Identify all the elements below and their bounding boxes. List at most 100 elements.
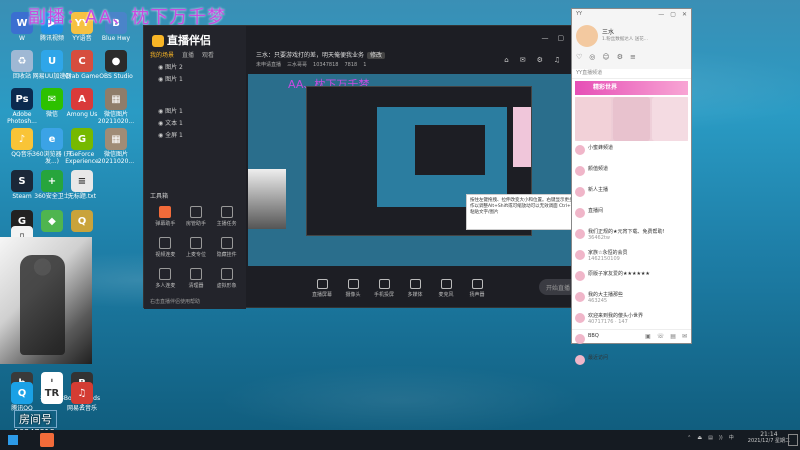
source-label: 手机投屏 xyxy=(373,291,394,298)
footer-icon[interactable]: ▤ xyxy=(670,333,676,340)
source-icon xyxy=(378,278,390,289)
toolbar-icon[interactable]: ⚙ xyxy=(537,56,543,64)
channel-item[interactable]: 欢迎来到我的傻头小世界 40717176 · 147 xyxy=(572,309,691,330)
header-icon[interactable]: ≡ xyxy=(630,53,636,61)
close-button[interactable]: ✕ xyxy=(682,11,687,18)
yy-channel-tab[interactable]: YY直播频道 xyxy=(572,69,691,79)
tool-button[interactable]: 清理器 xyxy=(181,268,212,289)
app-icon: G xyxy=(71,128,93,150)
header-icon[interactable]: ♡ xyxy=(576,53,582,61)
tray-icon[interactable]: )) xyxy=(719,435,723,441)
tool-button[interactable]: 虚拟形象 xyxy=(211,268,242,289)
tool-button[interactable]: 房管助手 xyxy=(181,206,212,227)
taskbar-app-icon[interactable] xyxy=(40,433,54,447)
scene-item[interactable]: ◉ 全屏 1 xyxy=(148,130,242,142)
tool-button[interactable]: 隐藏挂件 xyxy=(211,237,242,258)
stream-preview[interactable]: AA、枕下万千梦 xyxy=(248,74,585,266)
preview-webcam xyxy=(248,169,286,229)
webcam-person xyxy=(20,255,65,355)
toolbar-icon[interactable]: ⌂ xyxy=(504,56,508,64)
footer-icon[interactable]: ✉ xyxy=(682,333,687,340)
toolbar-icon[interactable]: ♫ xyxy=(554,56,560,64)
app-icon: ♪ xyxy=(11,128,33,150)
scene-item[interactable]: ◉ 图片 1 xyxy=(148,106,242,118)
app-icon: Q xyxy=(11,382,33,404)
footer-icon[interactable]: ▣ xyxy=(645,333,651,340)
desktop-icon[interactable]: ♫ 网易云音乐 xyxy=(62,382,102,413)
desktop-icon[interactable]: ≡ 无标题.txt xyxy=(62,170,102,201)
app-icon: U xyxy=(41,50,63,72)
scene-item[interactable]: ◉ 图片 1 xyxy=(148,74,242,86)
tool-button[interactable]: 主播任务 xyxy=(211,206,242,227)
toolbox-header: 工具箱 xyxy=(150,193,169,200)
channel-item[interactable]: 我们正规的★元宵下载、免费帮助! 36462tw xyxy=(572,225,691,246)
maximize-button[interactable]: ▢ xyxy=(670,11,676,18)
channel-item[interactable]: 新人主播 xyxy=(572,183,691,204)
sidebar-tab[interactable]: 观看 xyxy=(202,50,214,59)
desktop-icon[interactable]: ▦ 微信图片 20211020... xyxy=(96,88,136,125)
tool-button[interactable]: 弹幕助手 xyxy=(150,206,181,227)
app-icon: S xyxy=(11,170,33,192)
source-button[interactable]: 手机投屏 xyxy=(370,278,398,298)
sidebar-footer-link[interactable]: 右击直播伴侣使用帮助 xyxy=(150,298,200,305)
channel-avatar xyxy=(575,229,585,239)
channel-item[interactable]: 我的大主播那些 463245 xyxy=(572,288,691,309)
room-title-text: 三水：只要游戏打的差，明天俺便我业务 xyxy=(256,52,365,59)
yy-footer: ▣ ☏ ▤ ✉ xyxy=(572,329,691,343)
header-icon[interactable]: ◎ xyxy=(589,53,595,61)
header-icon[interactable]: ☺ xyxy=(602,53,609,61)
maximize-button[interactable]: ▢ xyxy=(558,34,565,42)
tray-icons: ⌃ ⏏ ▤)) 中 xyxy=(687,434,740,441)
clock[interactable]: 21:14 2021/12/7 星期二 xyxy=(748,431,790,444)
minimize-button[interactable]: — xyxy=(542,34,549,42)
source-button[interactable]: 摄像头 xyxy=(339,278,367,298)
app-icon: Q xyxy=(71,210,93,232)
desktop-icon[interactable]: ● OBS Studio xyxy=(96,50,136,81)
featured-thumbnails[interactable] xyxy=(575,97,688,141)
start-button[interactable] xyxy=(0,430,26,450)
room-meta-item: 三水哥哥 xyxy=(287,62,308,68)
featured-banner[interactable]: 精彩世界 xyxy=(575,81,688,95)
source-button[interactable]: 麦克风 xyxy=(432,278,460,298)
avatar[interactable] xyxy=(576,25,598,47)
tool-button[interactable]: 视频连麦 xyxy=(150,237,181,258)
source-icon xyxy=(316,278,328,289)
desktop-icon-label: 网易云音乐 xyxy=(66,405,97,412)
scene-item[interactable]: ◉ 文本 1 xyxy=(148,118,242,130)
channel-item[interactable]: 直播间 xyxy=(572,204,691,225)
source-button[interactable]: 直播屏幕 xyxy=(308,278,336,298)
notification-icon[interactable] xyxy=(788,434,798,446)
desktop-icon[interactable]: ▦ 微信图片 20211020... xyxy=(96,128,136,165)
scene-item[interactable]: ◉ 图片 2 xyxy=(148,62,242,74)
channel-item[interactable]: 颜值频道 xyxy=(572,162,691,183)
edit-title-button[interactable]: 修改 xyxy=(367,52,386,59)
channel-item[interactable]: 小蜜蜂频道 xyxy=(572,141,691,162)
tool-button[interactable]: 多人连麦 xyxy=(150,268,181,289)
sidebar-tab[interactable]: 直播 xyxy=(182,50,194,59)
source-button[interactable]: 扬声器 xyxy=(463,278,491,298)
tool-icon xyxy=(189,206,202,218)
room-meta-item: 未申请直播 xyxy=(256,62,282,68)
channel-item[interactable]: 家族☆永恒的会员 1462150109 xyxy=(572,246,691,267)
minimize-button[interactable]: — xyxy=(658,11,664,18)
tray-icon[interactable]: 中 xyxy=(729,435,734,441)
channel-title: 我的大主播那些 xyxy=(588,292,624,298)
desktop-icon[interactable]: Q xyxy=(62,210,102,234)
header-icon[interactable]: ⚙ xyxy=(617,53,623,61)
tray-icon[interactable]: ⏏ xyxy=(697,435,702,441)
tray-icon[interactable]: ▤ xyxy=(708,435,713,441)
footer-icon[interactable]: ☏ xyxy=(657,333,665,340)
sidebar-tab[interactable]: 我的场景 xyxy=(150,50,174,59)
source-button[interactable]: 多媒体 xyxy=(401,278,429,298)
tool-icon xyxy=(189,237,202,249)
room-meta-item: 10347818 xyxy=(313,62,339,68)
clock-date: 2021/12/7 星期二 xyxy=(747,438,790,445)
channel-item[interactable]: 原版子家友爱的★★★★★★ xyxy=(572,267,691,288)
channel-item[interactable]: 最近访问 xyxy=(572,351,691,372)
source-icon xyxy=(347,278,359,289)
tool-button[interactable]: 上麦专位 xyxy=(181,237,212,258)
tray-icon[interactable]: ⌃ xyxy=(687,435,691,441)
channel-meta: 463245 xyxy=(588,298,608,304)
yy-panel: YY — ▢ ✕ 三水 1.粉丝数据达人 送花... ♡ ◎ ☺ ⚙ ≡ YY直播频道 精彩… xyxy=(571,8,692,365)
toolbar-icon[interactable]: ✉ xyxy=(520,56,526,64)
